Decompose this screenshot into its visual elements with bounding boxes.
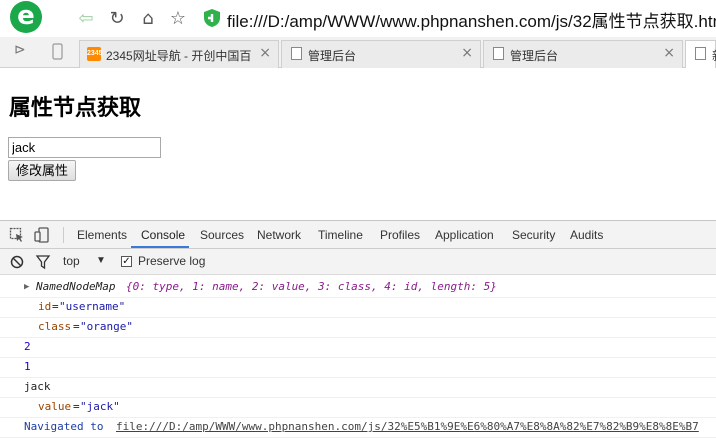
tab-application[interactable]: Application: [435, 228, 494, 242]
tab-network[interactable]: Network: [257, 228, 301, 242]
url-text[interactable]: file:///D:/amp/WWW/www.phpnanshen.com/js…: [227, 7, 716, 32]
tab-admin-1[interactable]: 管理后台 ×: [281, 40, 481, 68]
address-bar-row: e ⇦ ↻ ⌂ ☆ file:///D:/amp/WWW/www.phpnans…: [0, 0, 716, 37]
navigated-label: Navigated to: [24, 420, 104, 433]
back-arrow-icon[interactable]: ⇦: [75, 8, 97, 30]
log-entry: 2: [0, 338, 716, 358]
page-title: 属性节点获取: [9, 95, 142, 120]
attr-name: class: [38, 320, 72, 333]
page-icon: [695, 47, 706, 60]
tab-elements[interactable]: Elements: [77, 228, 127, 242]
dropdown-arrow-icon[interactable]: ▼: [96, 255, 106, 266]
page-icon: [493, 47, 504, 60]
inspect-element-icon[interactable]: [9, 227, 25, 243]
browser-logo-icon[interactable]: e: [10, 1, 42, 33]
attr-name: value: [38, 400, 72, 413]
log-text: jack: [24, 380, 51, 393]
tab-audits[interactable]: Audits: [570, 228, 603, 242]
security-shield-icon: [204, 9, 220, 27]
tab-title: 管理后台: [510, 49, 559, 63]
device-mode-icon[interactable]: [34, 227, 50, 243]
url-bar[interactable]: file:///D:/amp/WWW/www.phpnanshen.com/js…: [200, 4, 716, 32]
tab-console[interactable]: Console: [141, 228, 185, 242]
log-entry: Navigated to file:///D:/amp/WWW/www.phpn…: [0, 418, 716, 438]
tab-current[interactable]: 新: [685, 40, 716, 68]
preserve-log-label: Preserve log: [138, 254, 206, 268]
tab-title: 新: [712, 47, 716, 64]
tab-sources[interactable]: Sources: [200, 228, 244, 242]
tab-2345[interactable]: 2345 2345网址导航 - 开创中国百 ×: [79, 40, 279, 68]
tab-strip: ⊳ 2345 2345网址导航 - 开创中国百 × 管理后台 × 管理后台 × …: [0, 37, 716, 68]
page-content: 属性节点获取 修改属性: [0, 68, 716, 220]
console-output: ▶ NamedNodeMap {0: type, 1: name, 2: val…: [0, 275, 716, 438]
navigated-url-link[interactable]: file:///D:/amp/WWW/www.phpnanshen.com/js…: [116, 418, 699, 436]
2345-icon: 2345: [87, 47, 103, 61]
clear-console-icon[interactable]: [9, 254, 25, 270]
devtools-panel: Elements Console Sources Network Timelin…: [0, 220, 716, 438]
log-number: 1: [24, 360, 31, 373]
log-entry: jack: [0, 378, 716, 398]
attr-value: "username": [59, 300, 126, 313]
tab-profiles[interactable]: Profiles: [380, 228, 420, 242]
toolbar-divider: [63, 227, 64, 243]
tab-security[interactable]: Security: [512, 228, 555, 242]
attr-value: "jack": [80, 400, 120, 413]
log-entry: 1: [0, 358, 716, 378]
log-object-type: NamedNodeMap: [36, 280, 116, 293]
log-number: 2: [24, 340, 31, 353]
sidebar-toggle-icon[interactable]: ⊳: [14, 42, 26, 58]
device-icon[interactable]: [52, 43, 63, 60]
close-icon[interactable]: ×: [461, 45, 473, 61]
tab-title: 2345网址导航 - 开创中国百: [106, 49, 252, 63]
log-entry: class = "orange": [0, 318, 716, 338]
tab-timeline[interactable]: Timeline: [318, 228, 363, 242]
active-tab-indicator: [131, 246, 189, 248]
attr-name: id: [38, 300, 52, 313]
filter-icon[interactable]: [35, 254, 51, 270]
log-entry[interactable]: ▶ NamedNodeMap {0: type, 1: name, 2: val…: [0, 278, 716, 298]
preserve-log-checkbox[interactable]: ✓: [121, 256, 132, 267]
modify-attribute-button[interactable]: 修改属性: [8, 160, 77, 181]
close-icon[interactable]: ×: [663, 45, 675, 61]
tab-title: 管理后台: [308, 49, 357, 63]
close-icon[interactable]: ×: [259, 45, 271, 61]
log-entry: value = "jack": [0, 398, 716, 418]
log-object-summary: {0: type, 1: name, 2: value, 3: class, 4…: [126, 280, 497, 293]
bookmark-star-icon[interactable]: ☆: [167, 8, 189, 30]
expand-arrow-icon[interactable]: ▶: [24, 278, 29, 296]
console-toolbar: top ▼ ✓ Preserve log: [0, 249, 716, 275]
page-icon: [291, 47, 302, 60]
refresh-icon[interactable]: ↻: [106, 8, 128, 30]
context-selector[interactable]: top: [63, 254, 80, 268]
tab-admin-2[interactable]: 管理后台 ×: [483, 40, 683, 68]
attr-value: "orange": [80, 320, 133, 333]
home-icon[interactable]: ⌂: [137, 8, 159, 30]
log-entry: id = "username": [0, 298, 716, 318]
username-input[interactable]: [8, 137, 161, 158]
devtools-tab-bar: Elements Console Sources Network Timelin…: [0, 221, 716, 249]
